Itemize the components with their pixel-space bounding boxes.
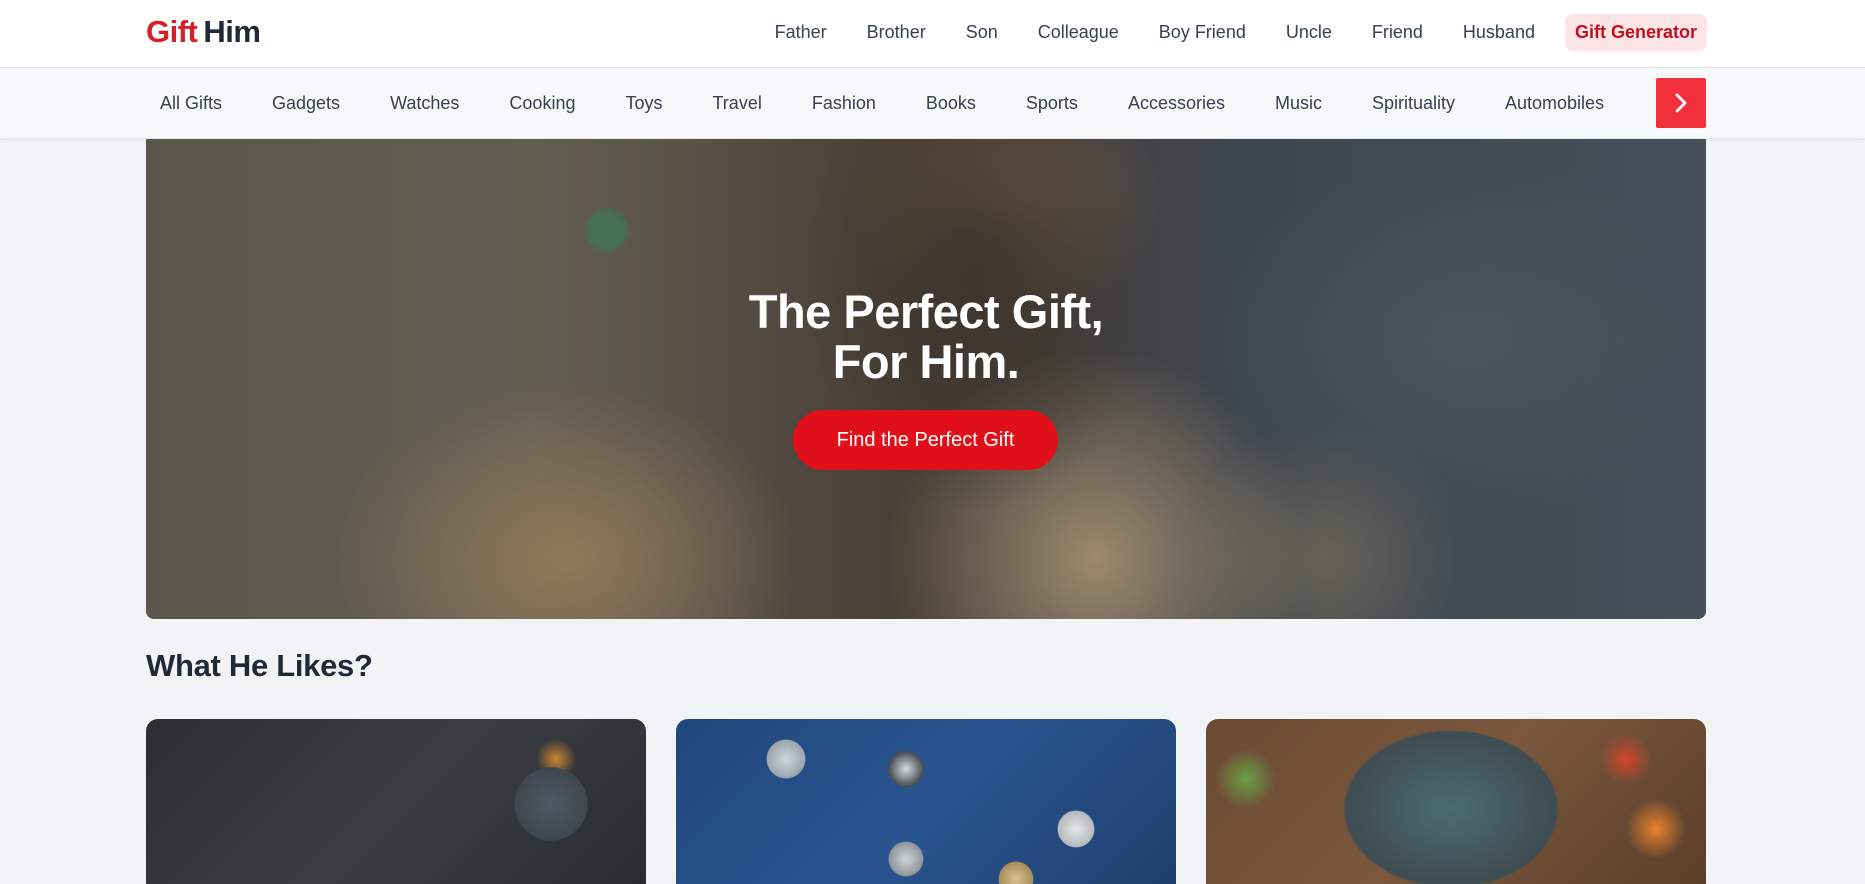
nav-brother[interactable]: Brother (847, 22, 946, 43)
category-fashion[interactable]: Fashion (798, 93, 890, 114)
category-travel[interactable]: Travel (698, 93, 775, 114)
hero-title: The Perfect Gift, For Him. (146, 287, 1706, 387)
category-next-button[interactable] (1656, 78, 1706, 128)
top-header: Gift Him Father Brother Son Colleague Boy… (0, 0, 1865, 68)
logo-gift: Gift (146, 14, 198, 49)
category-accessories[interactable]: Accessories (1114, 93, 1239, 114)
nav-son[interactable]: Son (946, 22, 1018, 43)
category-toys[interactable]: Toys (611, 93, 676, 114)
category-sports[interactable]: Sports (1012, 93, 1092, 114)
nav-husband[interactable]: Husband (1443, 22, 1555, 43)
relationship-nav: Father Brother Son Colleague Boy Friend … (755, 13, 1707, 51)
category-music[interactable]: Music (1261, 93, 1336, 114)
interest-card-cooking[interactable] (1206, 719, 1706, 884)
hero-title-line2: For Him. (832, 335, 1020, 388)
nav-boy-friend[interactable]: Boy Friend (1139, 22, 1266, 43)
nav-friend[interactable]: Friend (1352, 22, 1443, 43)
interest-card-watches[interactable] (676, 719, 1176, 884)
category-automobiles[interactable]: Automobiles (1491, 93, 1618, 114)
category-books[interactable]: Books (912, 93, 990, 114)
hero-title-line1: The Perfect Gift, (748, 285, 1104, 338)
section-title: What He Likes? (146, 648, 373, 683)
category-gadgets[interactable]: Gadgets (258, 93, 354, 114)
nav-colleague[interactable]: Colleague (1018, 22, 1139, 43)
category-spirituality[interactable]: Spirituality (1358, 93, 1469, 114)
category-list: All Gifts Gadgets Watches Cooking Toys T… (146, 68, 1656, 139)
interest-card-gadgets[interactable] (146, 719, 646, 884)
nav-uncle[interactable]: Uncle (1266, 22, 1352, 43)
find-perfect-gift-button[interactable]: Find the Perfect Gift (793, 410, 1058, 470)
nav-father[interactable]: Father (755, 22, 847, 43)
logo[interactable]: Gift Him (146, 14, 261, 50)
hero-banner: The Perfect Gift, For Him. Find the Perf… (146, 139, 1706, 619)
category-watches[interactable]: Watches (376, 93, 473, 114)
category-bar: All Gifts Gadgets Watches Cooking Toys T… (0, 68, 1865, 139)
logo-him: Him (203, 14, 261, 49)
category-all-gifts[interactable]: All Gifts (146, 93, 236, 114)
gift-generator-button[interactable]: Gift Generator (1564, 13, 1707, 51)
chevron-right-icon (1675, 93, 1687, 113)
category-cooking[interactable]: Cooking (495, 93, 589, 114)
hero-content: The Perfect Gift, For Him. Find the Perf… (146, 139, 1706, 619)
